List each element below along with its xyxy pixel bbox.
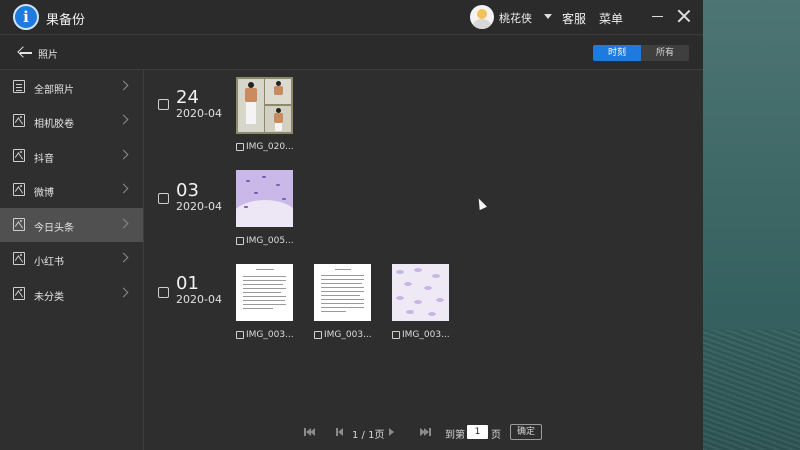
sidebar-item-uncategorized[interactable]: 未分类 [0,277,143,311]
confirm-button[interactable]: 确定 [510,424,542,440]
image-icon [13,218,25,231]
view-toggle: 时刻 所有 [593,45,689,61]
logo-letter: i [23,8,29,26]
chevron-right-icon [118,287,129,298]
toggle-moments[interactable]: 时刻 [593,45,641,61]
image-icon [13,114,25,127]
sidebar-item-camera-roll[interactable]: 相机胶卷 [0,104,143,138]
image-icon [13,287,25,300]
minimize-icon[interactable] [652,16,663,17]
photo-checkbox[interactable] [392,331,400,339]
sidebar: 全部照片 相机胶卷 抖音 微博 今日头条 小红书 未分类 [0,70,144,450]
next-page-icon[interactable] [389,428,399,438]
sidebar-item-label: 未分类 [34,292,64,303]
photo-checkbox[interactable] [236,331,244,339]
photo-filename: IMG_003... [402,330,450,340]
image-icon [13,149,25,162]
back-arrow-icon[interactable] [18,46,32,60]
app-title: 果备份 [46,13,86,28]
group-checkbox[interactable] [158,287,169,298]
page-indicator: 1 / 1页 [352,430,385,441]
image-icon [13,183,25,196]
photo-filename: IMG_003... [324,330,372,340]
sidebar-item-label: 今日头条 [34,223,74,234]
chevron-right-icon [118,252,129,263]
page-title: 照片 [38,50,58,61]
chevron-right-icon [118,183,129,194]
goto-prefix: 到第 [445,430,465,441]
document-icon [13,80,25,93]
last-page-icon[interactable] [420,428,432,438]
group-month: 2020-04 [176,293,222,306]
sidebar-item-label: 相机胶卷 [34,119,74,130]
toggle-all[interactable]: 所有 [641,45,689,61]
menu-button[interactable]: 菜单 [599,10,623,27]
chevron-down-icon[interactable] [544,14,552,19]
group-checkbox[interactable] [158,99,169,110]
chevron-right-icon [118,114,129,125]
sidebar-item-label: 微博 [34,188,54,199]
photo-thumbnail[interactable] [236,264,293,321]
chevron-right-icon [118,149,129,160]
photo-filename: IMG_005... [246,236,294,246]
avatar[interactable] [470,5,494,29]
first-page-icon[interactable] [304,427,316,437]
app-window: i 果备份 桃花侠 客服 菜单 照片 时刻 所有 全部照片 相机胶卷 抖音 微博… [0,0,703,450]
sidebar-item-label: 小红书 [34,257,64,268]
goto-suffix: 页 [491,430,501,441]
group-day: 24 [176,87,199,108]
photo-thumbnail[interactable] [236,170,293,227]
sidebar-item-toutiao[interactable]: 今日头条 [0,208,143,242]
photo-checkbox[interactable] [236,237,244,245]
photo-content-area [144,70,703,450]
sidebar-item-xiaohongshu[interactable]: 小红书 [0,242,143,276]
sidebar-item-douyin[interactable]: 抖音 [0,139,143,173]
chevron-right-icon [118,218,129,229]
sidebar-item-label: 全部照片 [34,85,74,96]
photo-checkbox[interactable] [314,331,322,339]
photo-thumbnail[interactable] [236,77,293,134]
group-month: 2020-04 [176,200,222,213]
photo-filename: IMG_020... [246,142,294,152]
group-checkbox[interactable] [158,193,169,204]
page-number-input[interactable]: 1 [467,425,488,439]
title-bar [0,0,703,35]
group-day: 03 [176,180,199,201]
sidebar-item-all-photos[interactable]: 全部照片 [0,70,143,104]
image-icon [13,252,25,265]
group-day: 01 [176,273,199,294]
sidebar-item-weibo[interactable]: 微博 [0,173,143,207]
photo-filename: IMG_003... [246,330,294,340]
desktop-background [703,0,800,450]
close-icon[interactable] [677,9,691,23]
photo-thumbnail[interactable] [392,264,449,321]
customer-service-button[interactable]: 客服 [562,10,586,27]
group-month: 2020-04 [176,107,222,120]
photo-thumbnail[interactable] [314,264,371,321]
chevron-right-icon [118,80,129,91]
previous-page-icon[interactable] [336,428,346,438]
username[interactable]: 桃花侠 [499,10,532,26]
app-logo-icon: i [13,4,39,30]
photo-checkbox[interactable] [236,143,244,151]
sidebar-item-label: 抖音 [34,154,54,165]
